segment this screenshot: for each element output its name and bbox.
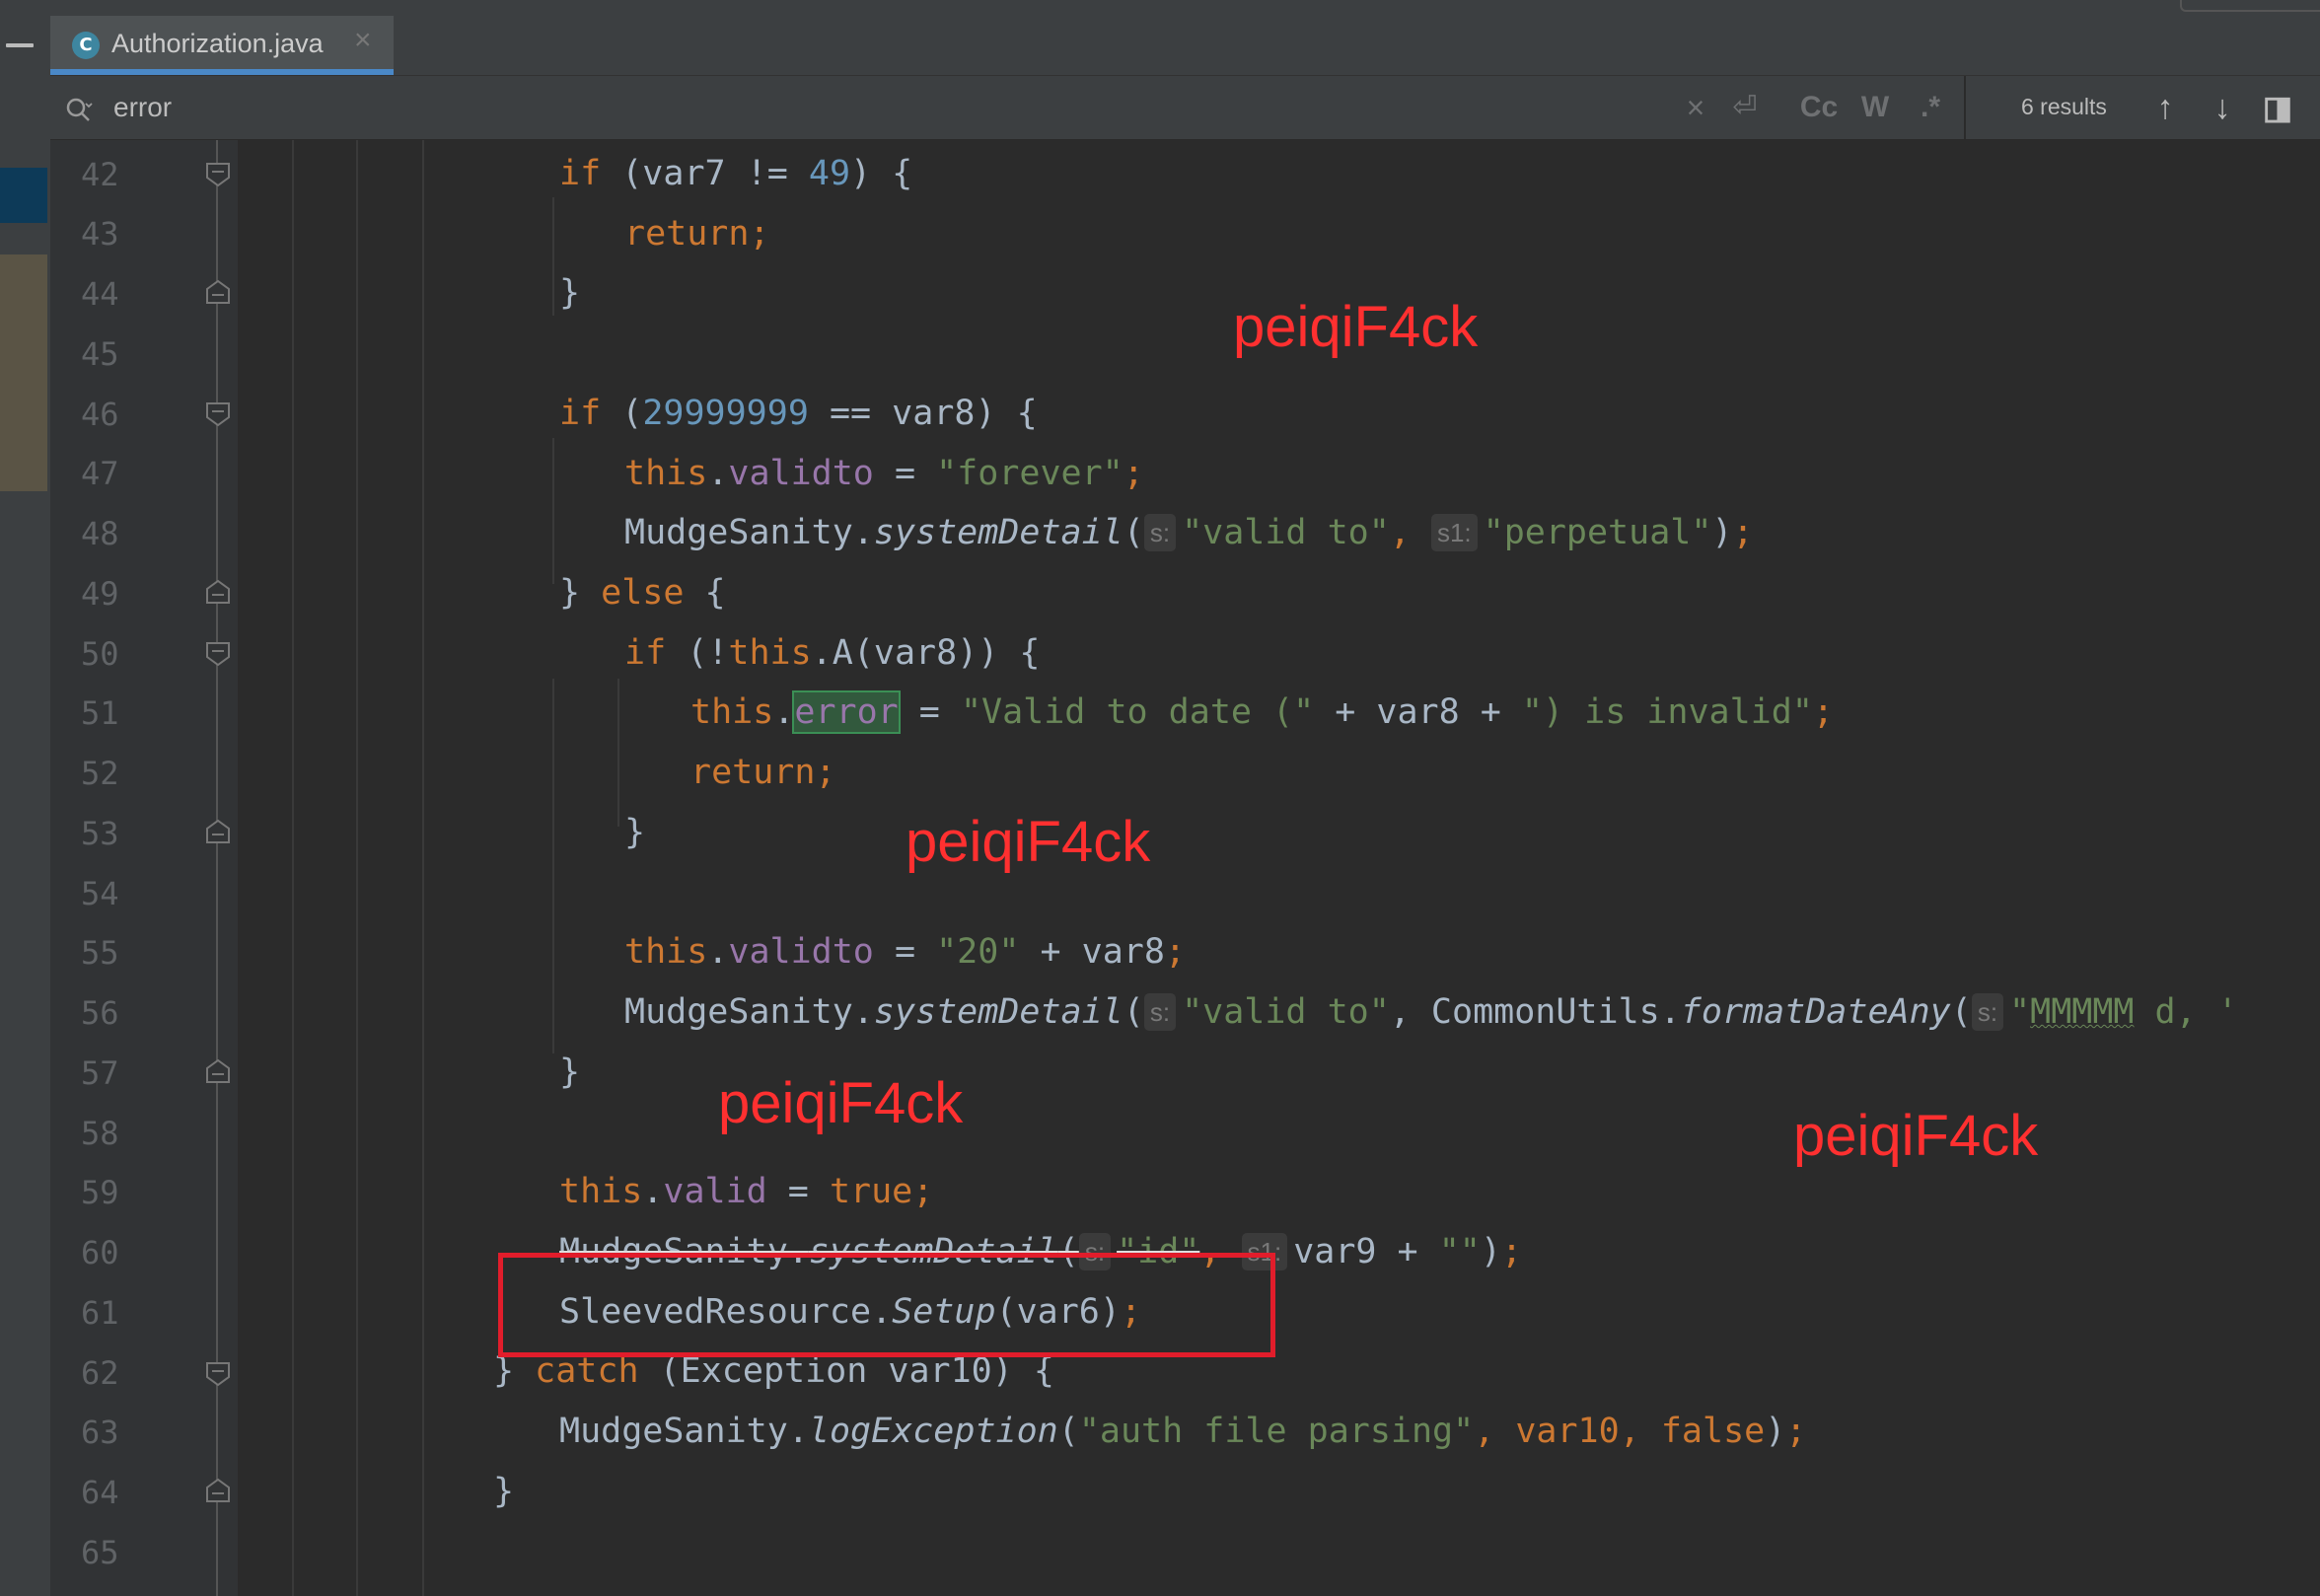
indent-guide bbox=[552, 679, 554, 1053]
regex-toggle[interactable]: .* bbox=[1911, 90, 1950, 125]
tab-active-underline bbox=[50, 69, 394, 75]
tool-window-strip bbox=[0, 16, 50, 1596]
tab-title: Authorization.java bbox=[111, 29, 324, 58]
line-number: 63 bbox=[81, 1414, 119, 1451]
indent-guide bbox=[552, 197, 554, 316]
code-line-57[interactable]: } bbox=[559, 1051, 580, 1094]
line-number: 49 bbox=[81, 575, 119, 613]
fold-end-icon[interactable] bbox=[205, 1478, 231, 1503]
parameter-hint: s: bbox=[1971, 993, 2004, 1031]
window-control-edge bbox=[2180, 0, 2320, 12]
java-class-icon: C bbox=[72, 32, 100, 59]
line-number: 54 bbox=[81, 875, 119, 912]
code-line-49[interactable]: } else { bbox=[559, 571, 726, 615]
fold-end-icon[interactable] bbox=[205, 1058, 231, 1084]
indent-guide bbox=[617, 679, 619, 827]
line-number: 55 bbox=[81, 934, 119, 972]
indent-guide bbox=[292, 140, 294, 1596]
new-line-icon[interactable]: ⏎ bbox=[1727, 90, 1763, 125]
fold-collapse-icon[interactable] bbox=[205, 401, 231, 427]
fold-collapse-icon[interactable] bbox=[205, 162, 231, 187]
code-line-42[interactable]: if (var7 != 49) { bbox=[559, 152, 912, 195]
line-number: 44 bbox=[81, 275, 119, 313]
search-results-count: 6 results bbox=[2021, 94, 2107, 119]
match-case-toggle[interactable]: Cc bbox=[1796, 90, 1842, 125]
line-number: 47 bbox=[81, 455, 119, 492]
watermark-text: peiqiF4ck bbox=[1793, 1104, 2039, 1168]
indent-guide bbox=[552, 438, 554, 584]
search-input[interactable] bbox=[113, 86, 1198, 129]
line-number: 64 bbox=[81, 1474, 119, 1511]
line-number: 62 bbox=[81, 1354, 119, 1392]
search-match-highlight: error bbox=[792, 690, 901, 734]
tool-window-marker bbox=[0, 254, 47, 491]
code-line-56[interactable]: MudgeSanity.systemDetail(s: "valid to", C… bbox=[624, 990, 2238, 1034]
parameter-hint: s: bbox=[1143, 993, 1177, 1031]
window-title-bar bbox=[0, 0, 2320, 17]
fold-collapse-icon[interactable] bbox=[205, 1361, 231, 1387]
previous-occurrence-icon[interactable]: ↑ bbox=[2147, 90, 2183, 125]
search-divider bbox=[1964, 76, 1966, 139]
line-number: 52 bbox=[81, 755, 119, 792]
line-number: 56 bbox=[81, 994, 119, 1032]
search-icon[interactable] bbox=[64, 96, 94, 125]
line-number: 57 bbox=[81, 1054, 119, 1092]
code-line-47[interactable]: this.validto = "forever"; bbox=[624, 452, 1144, 495]
tool-window-selected-marker bbox=[0, 168, 47, 223]
line-number: 48 bbox=[81, 515, 119, 552]
line-number: 46 bbox=[81, 396, 119, 433]
find-bar: × ⏎ Cc W .* 6 results ↑ ↓ ◨ bbox=[50, 76, 2320, 140]
minimize-icon[interactable] bbox=[6, 43, 34, 47]
line-number: 58 bbox=[81, 1115, 119, 1152]
watermark-text: peiqiF4ck bbox=[906, 810, 1151, 874]
line-number: 42 bbox=[81, 156, 119, 193]
code-line-59[interactable]: this.valid = true; bbox=[559, 1170, 933, 1213]
code-line-51[interactable]: this.error = "Valid to date (" + var8 + … bbox=[690, 690, 1834, 734]
line-number: 59 bbox=[81, 1174, 119, 1211]
code-line-63[interactable]: MudgeSanity.logException("auth file pars… bbox=[559, 1410, 1806, 1453]
line-number: 43 bbox=[81, 215, 119, 253]
next-occurrence-icon[interactable]: ↓ bbox=[2205, 90, 2240, 125]
line-number: 51 bbox=[81, 694, 119, 732]
line-number: 65 bbox=[81, 1534, 119, 1571]
line-number: 61 bbox=[81, 1294, 119, 1332]
fold-collapse-icon[interactable] bbox=[205, 641, 231, 667]
watermark-text: peiqiF4ck bbox=[718, 1071, 964, 1135]
editor-tab-authorization[interactable]: C Authorization.java × bbox=[50, 16, 394, 75]
line-number: 50 bbox=[81, 635, 119, 673]
line-number: 53 bbox=[81, 815, 119, 852]
code-line-43[interactable]: return; bbox=[624, 212, 770, 255]
whole-words-toggle[interactable]: W bbox=[1855, 90, 1895, 125]
code-line-46[interactable]: if (29999999 == var8) { bbox=[559, 392, 1038, 435]
code-line-52[interactable]: return; bbox=[690, 751, 836, 794]
code-line-48[interactable]: MudgeSanity.systemDetail(s: "valid to", s… bbox=[624, 511, 1754, 554]
code-line-44[interactable]: } bbox=[559, 271, 580, 315]
line-number: 45 bbox=[81, 335, 119, 373]
fold-end-icon[interactable] bbox=[205, 279, 231, 305]
fold-end-icon[interactable] bbox=[205, 579, 231, 605]
highlight-annotation-box bbox=[498, 1253, 1275, 1357]
tab-close-icon[interactable]: × bbox=[354, 26, 372, 55]
indent-guide bbox=[422, 140, 424, 1596]
editor-tab-bar: C Authorization.java × bbox=[50, 16, 2320, 76]
code-line-50[interactable]: if (!this.A(var8)) { bbox=[624, 631, 1040, 675]
indent-guide bbox=[356, 140, 358, 1596]
filter-results-icon[interactable]: ◨ bbox=[2260, 90, 2295, 125]
parameter-hint: s: bbox=[1143, 514, 1177, 551]
fold-end-icon[interactable] bbox=[205, 819, 231, 844]
parameter-hint: s1: bbox=[1430, 514, 1478, 551]
line-number: 60 bbox=[81, 1234, 119, 1271]
code-line-55[interactable]: this.validto = "20" + var8; bbox=[624, 930, 1186, 974]
clear-search-icon[interactable]: × bbox=[1678, 90, 1713, 125]
code-line-64[interactable]: } bbox=[493, 1470, 514, 1513]
code-line-53[interactable]: } bbox=[624, 811, 645, 854]
watermark-text: peiqiF4ck bbox=[1233, 295, 1479, 359]
